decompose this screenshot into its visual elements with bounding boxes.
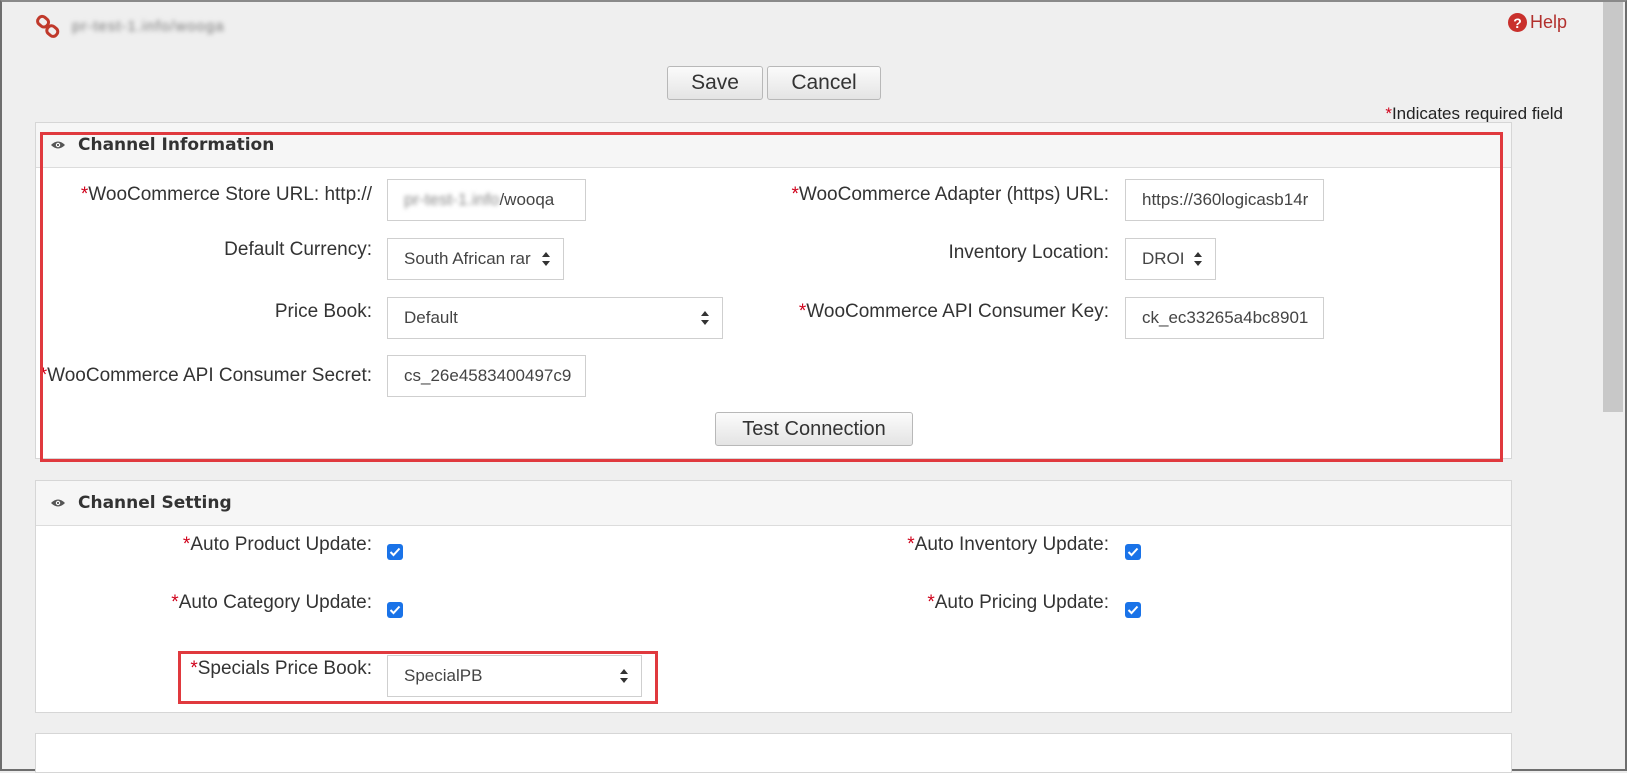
consumer-secret-input[interactable]: cs_26e4583400497c9 <box>387 355 586 397</box>
required-field-note: *Indicates required field <box>1385 104 1563 123</box>
consumer-secret-label: *WooCommerce API Consumer Secret: <box>39 365 372 386</box>
test-connection-button[interactable]: Test Connection <box>715 412 913 446</box>
auto-category-update-checkbox[interactable] <box>387 602 403 618</box>
default-currency-label: Default Currency: <box>224 239 372 260</box>
panel-title: Channel Information <box>78 135 275 155</box>
next-panel <box>35 733 1512 773</box>
auto-category-update-label: *Auto Category Update: <box>171 592 372 613</box>
store-url-input[interactable]: pr-test-1.info/wooqa <box>387 179 586 221</box>
record-header: pr-test-1.info/wooga ? Help <box>2 2 1625 52</box>
channel-setting-header[interactable]: Channel Setting <box>36 481 1511 526</box>
default-currency-select[interactable]: South African rar <box>387 238 564 280</box>
auto-inventory-update-checkbox[interactable] <box>1125 544 1141 560</box>
store-url-label: *WooCommerce Store URL: http:// <box>80 184 372 205</box>
check-icon <box>1127 605 1139 615</box>
help-link[interactable]: ? Help <box>1508 12 1567 33</box>
specials-price-book-select[interactable]: SpecialPB <box>387 655 642 697</box>
check-icon <box>1127 547 1139 557</box>
consumer-key-input[interactable]: ck_ec33265a4bc8901 <box>1125 297 1324 339</box>
channel-information-header[interactable]: Channel Information <box>36 123 1511 168</box>
specials-price-book-label: *Specials Price Book: <box>190 658 372 679</box>
cancel-button[interactable]: Cancel <box>767 66 881 100</box>
inventory-location-label: Inventory Location: <box>948 242 1109 263</box>
adapter-url-label: *WooCommerce Adapter (https) URL: <box>791 184 1109 205</box>
auto-inventory-update-label: *Auto Inventory Update: <box>907 534 1109 555</box>
auto-pricing-update-checkbox[interactable] <box>1125 602 1141 618</box>
check-icon <box>389 547 401 557</box>
select-arrows-icon <box>701 311 709 325</box>
inventory-location-select[interactable]: DROI <box>1125 238 1216 280</box>
channel-information-panel: Channel Information <box>35 122 1512 459</box>
question-circle-icon: ? <box>1508 13 1527 32</box>
eye-icon <box>51 141 65 149</box>
help-label: Help <box>1530 12 1568 32</box>
adapter-url-input[interactable]: https://360logicasb14r <box>1125 179 1324 221</box>
consumer-key-label: *WooCommerce API Consumer Key: <box>798 301 1109 322</box>
panel-title: Channel Setting <box>78 493 232 513</box>
save-button[interactable]: Save <box>667 66 763 100</box>
app-window: pr-test-1.info/wooga ? Help Save Cancel … <box>0 0 1627 773</box>
select-arrows-icon <box>620 669 628 683</box>
link-icon <box>36 14 60 38</box>
auto-pricing-update-label: *Auto Pricing Update: <box>927 592 1109 613</box>
scrollbar[interactable] <box>1603 2 1623 412</box>
eye-icon <box>51 499 65 507</box>
price-book-select[interactable]: Default <box>387 297 723 339</box>
auto-product-update-label: *Auto Product Update: <box>182 534 372 555</box>
check-icon <box>389 605 401 615</box>
auto-product-update-checkbox[interactable] <box>387 544 403 560</box>
select-arrows-icon <box>542 252 550 266</box>
record-name: pr-test-1.info/wooga <box>72 18 225 35</box>
select-arrows-icon <box>1194 252 1202 266</box>
price-book-label: Price Book: <box>274 301 372 322</box>
